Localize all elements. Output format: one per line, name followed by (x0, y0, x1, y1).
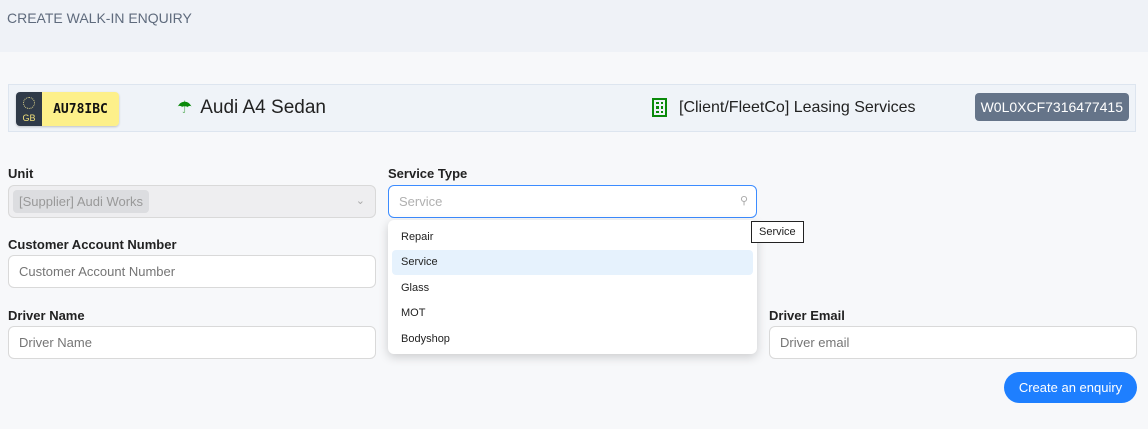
driver-email-input[interactable] (769, 326, 1137, 359)
registration-plate: GB AU78IBC (16, 92, 119, 126)
umbrella-icon: ☂ (177, 98, 193, 117)
header-bar: CREATE WALK-IN ENQUIRY (0, 0, 1148, 52)
country-code: GB (22, 113, 36, 123)
unit-label: Unit (8, 166, 34, 181)
option-bodyshop[interactable]: Bodyshop (392, 326, 753, 352)
service-type-label: Service Type (388, 166, 468, 181)
create-enquiry-button[interactable]: Create an enquiry (1004, 372, 1137, 403)
driver-email-label: Driver Email (769, 308, 845, 323)
option-glass[interactable]: Glass (392, 275, 753, 301)
page-title: CREATE WALK-IN ENQUIRY (7, 10, 192, 26)
service-type-placeholder: Service (399, 194, 443, 209)
client-label: [Client/FleetCo] Leasing Services (679, 98, 916, 116)
option-service[interactable]: Service (392, 249, 753, 275)
customer-account-label: Customer Account Number (8, 237, 177, 252)
vin-badge: W0L0XCF7316477415 (974, 93, 1129, 121)
service-type-select[interactable]: Service ⚲ (388, 185, 757, 218)
vehicle-info-bar: GB AU78IBC ☂ Audi A4 Sedan [Client/FleetC… (8, 84, 1136, 132)
vehicle-model-label: Audi A4 Sedan (200, 97, 326, 118)
search-icon: ⚲ (739, 195, 748, 207)
unit-select[interactable]: [Supplier] Audi Works ⌄ (8, 185, 376, 218)
country-badge: GB (16, 92, 42, 126)
driver-name-label: Driver Name (8, 308, 85, 323)
building-icon (652, 98, 667, 117)
eu-stars-icon (23, 97, 35, 109)
chevron-down-icon: ⌄ (355, 195, 365, 207)
option-repair[interactable]: Repair (392, 224, 753, 250)
option-mot[interactable]: MOT (392, 301, 753, 327)
unit-tag: [Supplier] Audi Works (13, 190, 150, 213)
registration-number: AU78IBC (42, 92, 119, 126)
tooltip: Service (751, 221, 804, 243)
driver-name-input[interactable] (8, 326, 376, 359)
service-type-dropdown: Repair Service Glass MOT Bodyshop (388, 220, 757, 354)
client-name: [Client/FleetCo] Leasing Services (652, 98, 916, 117)
customer-account-input[interactable] (8, 255, 376, 288)
vehicle-model: ☂ Audi A4 Sedan (177, 97, 326, 119)
